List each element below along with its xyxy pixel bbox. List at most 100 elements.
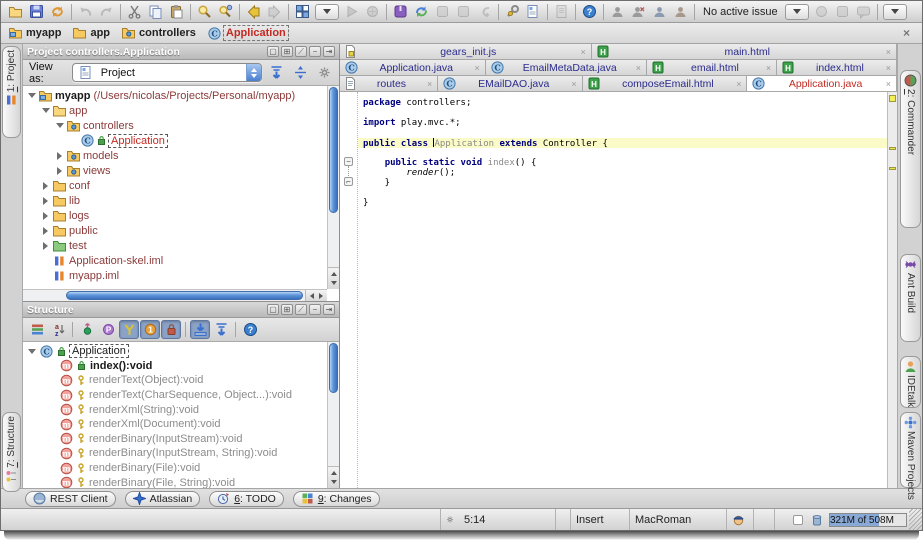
tree-row[interactable]: controllers (23, 118, 339, 133)
tree-row[interactable]: app (23, 103, 339, 118)
float-window-button[interactable]: ▢ (267, 46, 279, 57)
tab-close-icon[interactable]: × (886, 47, 891, 57)
dock-window-button[interactable]: ⊞ (281, 46, 293, 57)
tool-strip-button--project[interactable]: 1: Project (2, 46, 21, 138)
structure-row[interactable]: mrenderBinary(InputStream):void (23, 432, 339, 447)
open-file-button[interactable] (5, 2, 26, 22)
autoscroll-from-source-button[interactable] (211, 320, 231, 339)
show-properties-button[interactable]: P (98, 320, 118, 339)
tool-strip-button--commander[interactable]: 2: Commander (900, 70, 921, 228)
resize-grip[interactable] (909, 509, 922, 530)
editor-tab-routes[interactable]: routes× (340, 76, 438, 91)
tab-close-icon[interactable]: × (886, 79, 891, 89)
tree-row[interactable]: myapp.iml (23, 268, 339, 283)
tree-row[interactable]: conf (23, 178, 339, 193)
tree-expander[interactable] (41, 212, 50, 220)
tree-expander[interactable] (41, 182, 50, 190)
warning-stripe-marker[interactable] (889, 167, 896, 170)
tree-row[interactable]: public (23, 223, 339, 238)
tab-close-icon[interactable]: × (474, 63, 479, 73)
tool-strip-button-idetalk[interactable]: IDEtalk (900, 356, 921, 408)
tree-row[interactable]: models (23, 148, 339, 163)
structure-row[interactable]: mindex():void (23, 359, 339, 374)
minimize-button[interactable]: − (309, 46, 321, 57)
tab-close-icon[interactable]: × (636, 63, 641, 73)
scroll-to-source-icon[interactable] (268, 63, 286, 83)
structure-row[interactable]: mrenderBinary(File):void (23, 461, 339, 476)
tool-window-button-rest-client[interactable]: REST Client (25, 491, 116, 507)
tree-expander[interactable] (41, 197, 50, 205)
tasks-dropdown-button[interactable] (883, 4, 907, 20)
insert-mode[interactable]: Insert (571, 509, 629, 530)
help-button[interactable]: ? (579, 2, 600, 22)
hide-window-button[interactable]: ⇥ (323, 46, 335, 57)
tree-expander[interactable] (55, 123, 64, 128)
editor-tab-main-html[interactable]: Hmain.html× (592, 44, 897, 59)
project-structure-button[interactable] (523, 2, 544, 22)
structure-row[interactable]: mrenderXml(String):void (23, 402, 339, 417)
settings-button[interactable] (502, 2, 523, 22)
find-button[interactable] (194, 2, 215, 22)
memory-indicator[interactable]: 321M of 508M (829, 513, 907, 527)
tool-window-button-atlassian[interactable]: Atlassian (125, 491, 201, 507)
hide-window-button[interactable]: ⇥ (323, 304, 335, 315)
sort-alphabetically-button[interactable]: az (48, 320, 68, 339)
editor-tab-index-html[interactable]: Hindex.html× (777, 60, 897, 75)
editor-tab-application-java[interactable]: CApplication.java× (747, 76, 897, 92)
pin-button[interactable]: ⟋ (295, 304, 307, 315)
editor-tab-composeemail-html[interactable]: HcomposeEmail.html× (583, 76, 748, 91)
background-tasks-gear-icon[interactable] (441, 509, 459, 530)
tab-close-icon[interactable]: × (427, 79, 432, 89)
select-stepper[interactable] (246, 64, 261, 81)
back-button[interactable] (243, 2, 264, 22)
breadcrumb-item-application[interactable]: CApplication (208, 27, 287, 40)
close-icon[interactable]: × (899, 26, 914, 40)
tree-row[interactable]: Application-skel.iml (23, 253, 339, 268)
tree-row[interactable]: test (23, 238, 339, 253)
idetalk-remove-user-button[interactable] (628, 2, 649, 22)
tree-expander[interactable] (55, 152, 64, 160)
structure-row[interactable]: mrenderBinary(InputStream, String):void (23, 446, 339, 461)
idetalk-options-button[interactable] (670, 2, 691, 22)
collapse-all-icon[interactable] (291, 63, 309, 83)
structure-vertical-scrollbar[interactable] (327, 342, 339, 488)
tree-expander[interactable] (27, 93, 36, 98)
tab-close-icon[interactable]: × (736, 79, 741, 89)
save-all-button[interactable] (26, 2, 47, 22)
tab-close-icon[interactable]: × (766, 63, 771, 73)
show-fields-button[interactable] (77, 320, 97, 339)
sort-by-visibility-button[interactable] (27, 320, 47, 339)
structure-row[interactable]: mrenderText(CharSequence, Object...):voi… (23, 388, 339, 403)
tree-expander[interactable] (55, 167, 64, 175)
editor-tab-emaildao-java[interactable]: CEMailDAO.java× (438, 76, 582, 91)
idetalk-jabber-button[interactable] (649, 2, 670, 22)
dock-window-button[interactable]: ⊞ (281, 304, 293, 315)
structure-row[interactable]: mrenderBinary(File, String):void (23, 475, 339, 488)
editor-tab-emailmetadata-java[interactable]: CEmailMetaData.java× (486, 60, 647, 75)
tree-row[interactable]: views (23, 163, 339, 178)
synchronize-button[interactable] (47, 2, 68, 22)
pin-button[interactable]: ⟋ (295, 46, 307, 57)
structure-row[interactable]: mrenderText(Object):void (23, 373, 339, 388)
copy-button[interactable] (145, 2, 166, 22)
breadcrumb-item-myapp[interactable]: myapp (9, 27, 61, 39)
code-area[interactable]: package controllers;import play.mvc.*;pu… (358, 92, 887, 488)
float-window-button[interactable]: ▢ (267, 304, 279, 315)
paste-button[interactable] (166, 2, 187, 22)
minimize-button[interactable]: − (309, 304, 321, 315)
tool-window-button--changes[interactable]: 9: Changes (293, 491, 380, 507)
warning-stripe-marker[interactable] (889, 147, 896, 150)
tool-strip-button--structure[interactable]: 7: Structure (2, 412, 21, 492)
tool-strip-button-ant-build[interactable]: Ant Build (900, 254, 921, 342)
package-module-button[interactable] (390, 2, 411, 22)
project-vertical-scrollbar[interactable] (327, 86, 339, 289)
project-horizontal-scrollbar[interactable] (23, 289, 327, 301)
view-as-select[interactable]: Project (72, 63, 262, 82)
active-issue-dropdown-button[interactable] (785, 4, 809, 20)
tree-row[interactable]: logs (23, 208, 339, 223)
show-inherited-button[interactable] (119, 320, 139, 339)
structure-expander[interactable] (27, 349, 36, 354)
structure-row[interactable]: mrenderXml(Document):void (23, 417, 339, 432)
help-button[interactable]: ? (240, 320, 260, 339)
tab-close-icon[interactable]: × (571, 79, 576, 89)
